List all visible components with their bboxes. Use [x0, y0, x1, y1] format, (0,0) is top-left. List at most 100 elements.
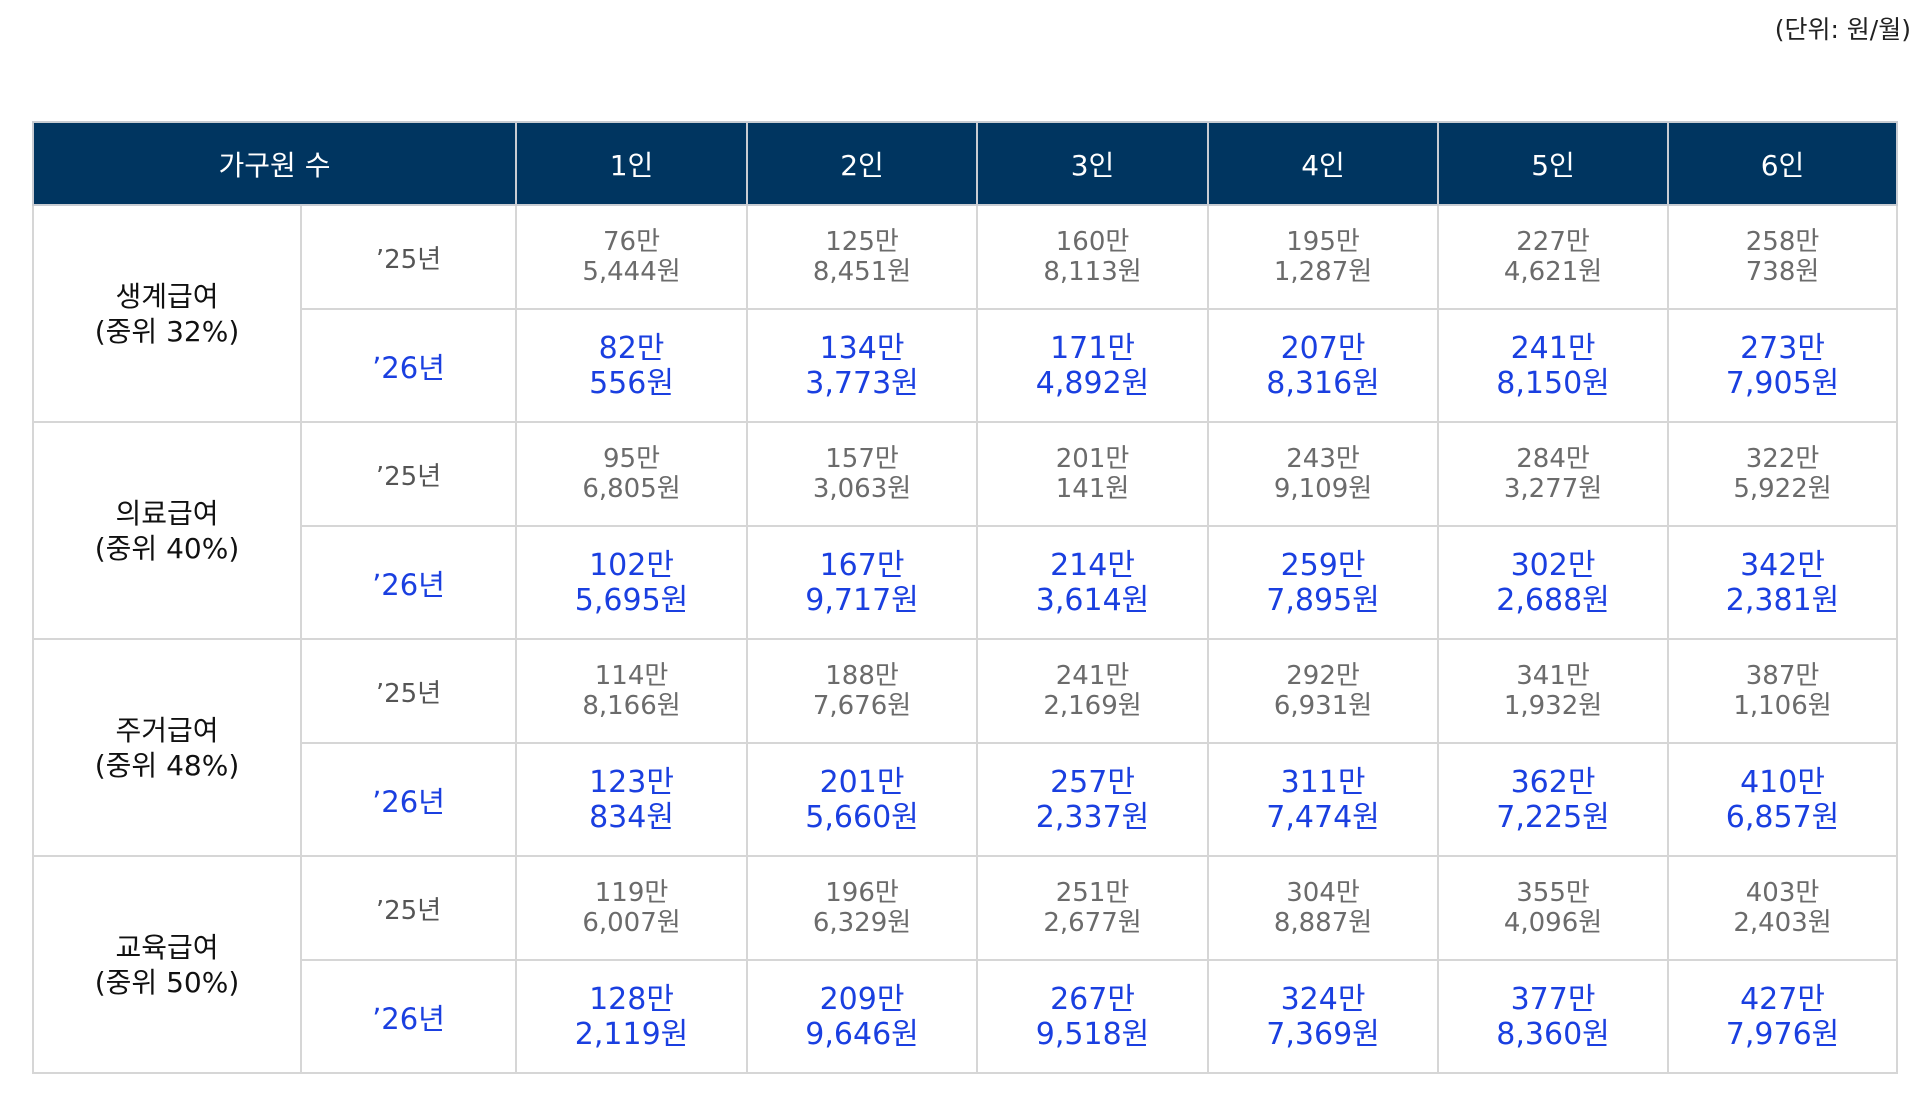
amount-won: 6,805원	[582, 474, 681, 504]
table-row: ’26년 82만 556원 134만 3,773원 171만 4,892원 207만 8,316…	[33, 308, 1899, 423]
amount-cell: 341만 1,932원	[1437, 638, 1670, 744]
amount-man: 387만	[1745, 661, 1820, 691]
amount-cell: 284만 3,277원	[1437, 421, 1670, 527]
amount-man: 322만	[1745, 444, 1820, 474]
amount-cell: 134만 3,773원	[746, 308, 979, 423]
amount-cell: 251만 2,677원	[976, 855, 1210, 961]
benefit-criterion: (중위 32%)	[94, 314, 240, 348]
amount-man: 102만	[589, 547, 674, 583]
amount-won: 141원	[1055, 474, 1130, 504]
amount-cell: 427만 7,976원	[1667, 959, 1899, 1074]
amount-won: 3,773원	[805, 365, 919, 401]
amount-cell: 273만 7,905원	[1667, 308, 1899, 423]
amount-man: 273만	[1740, 330, 1825, 366]
amount-cell: 322만 5,922원	[1667, 421, 1899, 527]
amount-cell: 292만 6,931원	[1207, 638, 1440, 744]
amount-cell: 196만 6,329원	[746, 855, 979, 961]
amount-cell: 119만 6,007원	[515, 855, 749, 961]
header-size-6: 6인	[1667, 121, 1899, 206]
amount-man: 284만	[1516, 444, 1590, 474]
amount-won: 1,106원	[1733, 691, 1832, 721]
benefit-name: 주거급여	[115, 713, 219, 747]
header-size-4: 4인	[1207, 121, 1440, 206]
year-label: ’26년	[299, 525, 518, 640]
amount-won: 1,932원	[1503, 691, 1603, 721]
amount-man: 227만	[1516, 227, 1590, 257]
amount-won: 4,892원	[1035, 365, 1150, 401]
amount-cell: 311만 7,474원	[1207, 742, 1440, 857]
amount-cell: 241만 8,150원	[1437, 308, 1670, 423]
amount-won: 7,225원	[1496, 799, 1610, 835]
year-label: ’25년	[299, 638, 518, 744]
amount-man: 251만	[1055, 878, 1130, 908]
amount-man: 128만	[589, 981, 674, 1017]
amount-man: 201만	[1055, 444, 1130, 474]
amount-man: 167만	[819, 547, 905, 583]
amount-won: 5,922원	[1733, 474, 1832, 504]
amount-won: 5,444원	[582, 257, 681, 287]
amount-won: 3,277원	[1503, 474, 1603, 504]
amount-won: 2,381원	[1725, 582, 1840, 618]
amount-man: 427만	[1740, 981, 1825, 1017]
amount-won: 8,150원	[1496, 365, 1610, 401]
amount-man: 304만	[1286, 878, 1360, 908]
table-row: 생계급여 (중위 32%) ’25년 76만 5,444원 125만 8,451원 160만 8…	[32, 204, 1899, 423]
amount-man: 241만	[1510, 330, 1596, 366]
amount-cell: 267만 9,518원	[976, 959, 1210, 1074]
benefit-criterion: (중위 50%)	[94, 965, 240, 999]
amount-man: 342만	[1740, 547, 1825, 583]
amount-cell: 160만 8,113원	[976, 204, 1210, 310]
year-label: ’25년	[299, 204, 518, 310]
amount-man: 160만	[1055, 227, 1130, 257]
amount-won: 7,976원	[1725, 1016, 1840, 1052]
amount-cell: 201만 141원	[976, 421, 1210, 527]
amount-cell: 201만 5,660원	[746, 742, 979, 857]
amount-cell: 377만 8,360원	[1437, 959, 1670, 1074]
amount-man: 157만	[825, 444, 899, 474]
amount-man: 201만	[819, 764, 905, 800]
amount-won: 5,695원	[574, 582, 689, 618]
amount-won: 9,646원	[805, 1016, 919, 1052]
amount-won: 4,621원	[1503, 257, 1603, 287]
amount-man: 241만	[1055, 661, 1130, 691]
amount-cell: 324만 7,369원	[1207, 959, 1440, 1074]
amount-won: 8,113원	[1043, 257, 1142, 287]
amount-man: 195만	[1286, 227, 1360, 257]
amount-cell: 167만 9,717원	[746, 525, 979, 640]
amount-man: 196만	[825, 878, 899, 908]
amount-man: 95만	[603, 444, 661, 474]
amount-won: 2,337원	[1035, 799, 1150, 835]
amount-cell: 209만 9,646원	[746, 959, 979, 1074]
amount-won: 4,096원	[1503, 908, 1603, 938]
header-size-3: 3인	[976, 121, 1210, 206]
amount-cell: 214만 3,614원	[976, 525, 1210, 640]
amount-cell: 304만 8,887원	[1207, 855, 1440, 961]
amount-man: 258만	[1745, 227, 1820, 257]
amount-man: 403만	[1745, 878, 1820, 908]
amount-man: 341만	[1516, 661, 1590, 691]
amount-won: 2,677원	[1043, 908, 1142, 938]
amount-cell: 403만 2,403원	[1667, 855, 1899, 961]
amount-won: 6,857원	[1725, 799, 1840, 835]
amount-won: 7,474원	[1266, 799, 1380, 835]
amount-won: 2,688원	[1496, 582, 1610, 618]
year-label: ’25년	[299, 855, 518, 961]
header-size-5: 5인	[1437, 121, 1670, 206]
benefit-criterion: (중위 40%)	[94, 531, 240, 565]
amount-cell: 241만 2,169원	[976, 638, 1210, 744]
amount-won: 1,287원	[1273, 257, 1373, 287]
amount-cell: 102만 5,695원	[515, 525, 749, 640]
amount-man: 257만	[1050, 764, 1135, 800]
amount-man: 302만	[1510, 547, 1596, 583]
amount-won: 6,329원	[812, 908, 912, 938]
amount-cell: 227만 4,621원	[1437, 204, 1670, 310]
header-size-1: 1인	[515, 121, 749, 206]
benefit-category: 생계급여 (중위 32%)	[32, 204, 302, 423]
amount-man: 114만	[594, 661, 669, 691]
table-row: 교육급여 (중위 50%) ’25년 119만 6,007원 196만 6,329원 251만…	[32, 855, 1899, 1074]
amount-cell: 188만 7,676원	[746, 638, 979, 744]
year-label: ’26년	[299, 959, 518, 1074]
amount-won: 9,717원	[805, 582, 919, 618]
amount-won: 3,063원	[812, 474, 912, 504]
amount-man: 292만	[1286, 661, 1360, 691]
